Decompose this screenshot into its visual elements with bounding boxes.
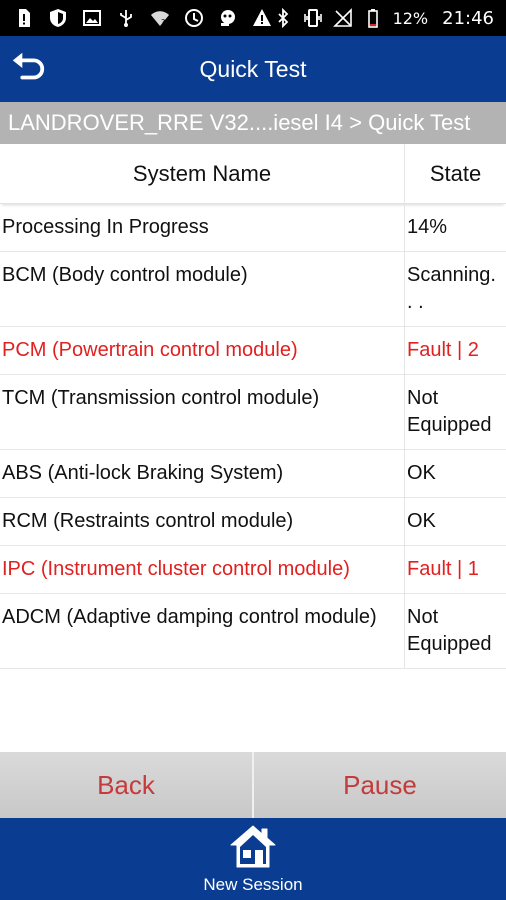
system-name-cell: ABS (Anti-lock Braking System) [0,450,405,497]
clock: 21:46 [442,7,494,29]
battery-icon [363,8,383,28]
new-session-button[interactable]: New Session [178,818,328,900]
wifi-question-icon: ? [150,8,170,28]
no-signal-icon [332,8,353,28]
status-bar: ? 12% 21:46 [0,0,506,36]
back-arrow-icon[interactable] [8,48,48,88]
table-row[interactable]: RCM (Restraints control module) OK [0,498,506,546]
image-icon [82,8,102,28]
state-cell: Fault | 1 [407,558,479,580]
system-name-cell: IPC (Instrument cluster control module) [0,546,405,593]
system-name-cell: TCM (Transmission control module) [0,375,405,449]
sync-icon [184,8,204,28]
shield-icon [48,8,68,28]
status-icons-right: 12% 21:46 [273,0,506,36]
table-header: System Name State [0,144,506,204]
sim-alert-icon [14,8,34,28]
usb-icon [116,8,136,28]
page-title: Quick Test [199,56,307,82]
table-row[interactable]: ABS (Anti-lock Braking System) OK [0,450,506,498]
action-button-bar: Back Pause [0,752,506,818]
bottom-nav: New Session [0,818,506,900]
svg-text:?: ? [161,18,165,27]
app-bar: Quick Test [0,36,506,102]
table-row[interactable]: IPC (Instrument cluster control module) … [0,546,506,594]
header-system-name: System Name [0,144,405,203]
state-cell: Fault | 2 [407,339,479,361]
breadcrumb: LANDROVER_RRE V32....iesel I4 > Quick Te… [0,102,506,144]
bluetooth-icon [273,8,293,28]
system-name-cell: BCM (Body control module) [0,252,405,326]
system-name-cell: ADCM (Adaptive damping control module) [0,594,405,668]
table-row[interactable]: TCM (Transmission control module) Not Eq… [0,375,506,450]
system-name-cell: Processing In Progress [0,204,405,251]
home-icon [230,825,276,868]
back-button[interactable]: Back [0,752,252,818]
hand-icon [218,8,238,28]
table-row[interactable]: Processing In Progress 14% [0,204,506,252]
state-cell: 14% [407,216,448,238]
state-cell: OK [407,510,436,532]
battery-percent: 12% [392,8,429,28]
state-cell: Scanning. . . [407,264,496,313]
state-cell: OK [407,462,436,484]
table-row[interactable]: BCM (Body control module) Scanning. . . [0,252,506,327]
system-name-cell: RCM (Restraints control module) [0,498,405,545]
system-name-cell: PCM (Powertrain control module) [0,327,405,374]
warning-icon [252,8,272,28]
new-session-label: New Session [203,875,303,894]
table-row[interactable]: PCM (Powertrain control module) Fault | … [0,327,506,375]
state-cell: Not Equipped [407,387,492,436]
vibrate-icon [303,8,323,28]
table-row[interactable]: ADCM (Adaptive damping control module) N… [0,594,506,669]
status-icons-left: ? [0,0,272,36]
system-status-table: System Name State Processing In Progress… [0,144,506,669]
pause-button[interactable]: Pause [252,752,506,818]
header-state: State [429,160,482,186]
state-cell: Not Equipped [407,606,492,655]
